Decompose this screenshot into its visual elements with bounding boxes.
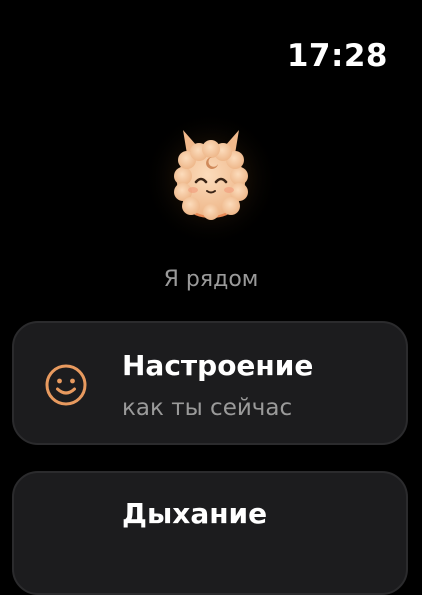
status-time: 17:28 [286, 38, 388, 74]
mascot-avatar [131, 114, 291, 244]
subtitle: Я рядом [163, 267, 259, 292]
mood-card[interactable]: Настроение как ты сейчас [12, 321, 408, 445]
mood-card-title: Настроение [122, 349, 314, 382]
breathing-card[interactable]: Дыхание [12, 471, 408, 595]
mood-card-description: как ты сейчас [122, 395, 293, 421]
smiley-face-icon [44, 363, 88, 407]
